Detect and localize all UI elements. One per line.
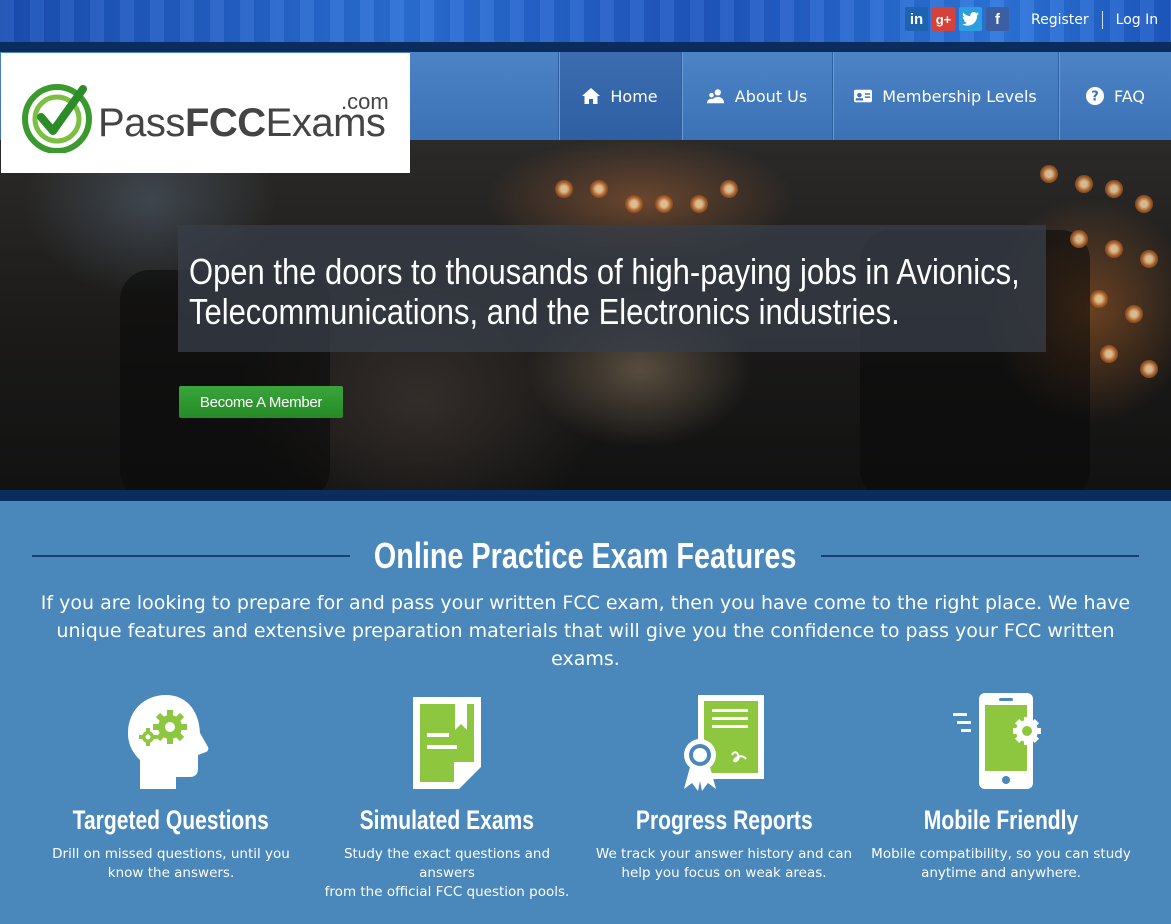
nav-home-label: Home (610, 86, 658, 106)
id-card-icon (854, 87, 873, 105)
register-link[interactable]: Register (1031, 12, 1089, 28)
certificate-icon (684, 695, 764, 791)
feature-progress-reports: Progress Reports We track your answer hi… (584, 689, 864, 883)
feature-title: Progress Reports (635, 805, 813, 835)
question-icon: ? (1086, 87, 1104, 105)
googleplus-icon[interactable]: g+ (932, 7, 955, 31)
feature-targeted-questions: Targeted Questions Drill on missed quest… (31, 689, 311, 883)
nav-membership-label: Membership Levels (882, 86, 1037, 106)
feature-title: Targeted Questions (72, 805, 270, 835)
account-links: Register Log In (1031, 11, 1158, 29)
feature-title: Simulated Exams (359, 805, 535, 835)
document-bookmark-icon (413, 697, 481, 789)
logo-domain-suffix: .com (341, 89, 389, 114)
header-divider-strip (0, 42, 1171, 52)
facebook-icon[interactable]: f (986, 7, 1009, 31)
svg-text:?: ? (1091, 90, 1099, 105)
social-links: in g+ f (905, 7, 1009, 31)
users-icon (706, 87, 725, 105)
nav-faq[interactable]: ? FAQ (1058, 52, 1171, 140)
features-title: Online Practice Exam Features (374, 535, 797, 576)
feature-simulated-exams: Simulated Exams Study the exact question… (307, 689, 587, 902)
top-bar: in g+ f Register Log In (0, 0, 1171, 42)
mobile-phone-icon (953, 693, 1041, 789)
feature-description: Study the exact questions and answers fr… (324, 846, 570, 900)
home-icon (582, 87, 601, 105)
become-member-button[interactable]: Become A Member (179, 386, 343, 418)
nav-membership-levels[interactable]: Membership Levels (832, 52, 1058, 140)
feature-mobile-friendly: Mobile Friendly Mobile compatibility, so… (861, 689, 1141, 883)
hero-headline: Open the doors to thousands of high-payi… (189, 251, 1020, 332)
checkmark-logo-icon (22, 84, 92, 153)
feature-description: We track your answer history and can hel… (595, 846, 853, 881)
hero-banner: Open the doors to thousands of high-payi… (0, 140, 1171, 490)
divider (1101, 11, 1103, 29)
linkedin-icon[interactable]: in (905, 7, 928, 31)
login-link[interactable]: Log In (1116, 12, 1158, 28)
feature-description: Mobile compatibility, so you can study a… (871, 846, 1131, 881)
feature-description: Drill on missed questions, until you kno… (52, 846, 290, 881)
nav-menu: Home About Us Membership Levels ? FAQ (558, 52, 1171, 140)
feature-title: Mobile Friendly (923, 805, 1079, 835)
nav-home[interactable]: Home (558, 52, 681, 140)
site-logo[interactable]: PassFCCExams .com (1, 53, 410, 173)
features-section: Online Practice Exam Features If you are… (0, 501, 1171, 924)
head-gears-icon (128, 695, 209, 789)
hero-caption-box: Open the doors to thousands of high-payi… (178, 225, 1046, 352)
features-intro: If you are looking to prepare for and pa… (40, 592, 1131, 670)
nav-faq-label: FAQ (1114, 86, 1145, 106)
twitter-icon[interactable] (959, 7, 982, 31)
hero-bottom-strip (0, 490, 1171, 501)
nav-about-label: About Us (734, 86, 808, 106)
nav-about-us[interactable]: About Us (681, 52, 832, 140)
